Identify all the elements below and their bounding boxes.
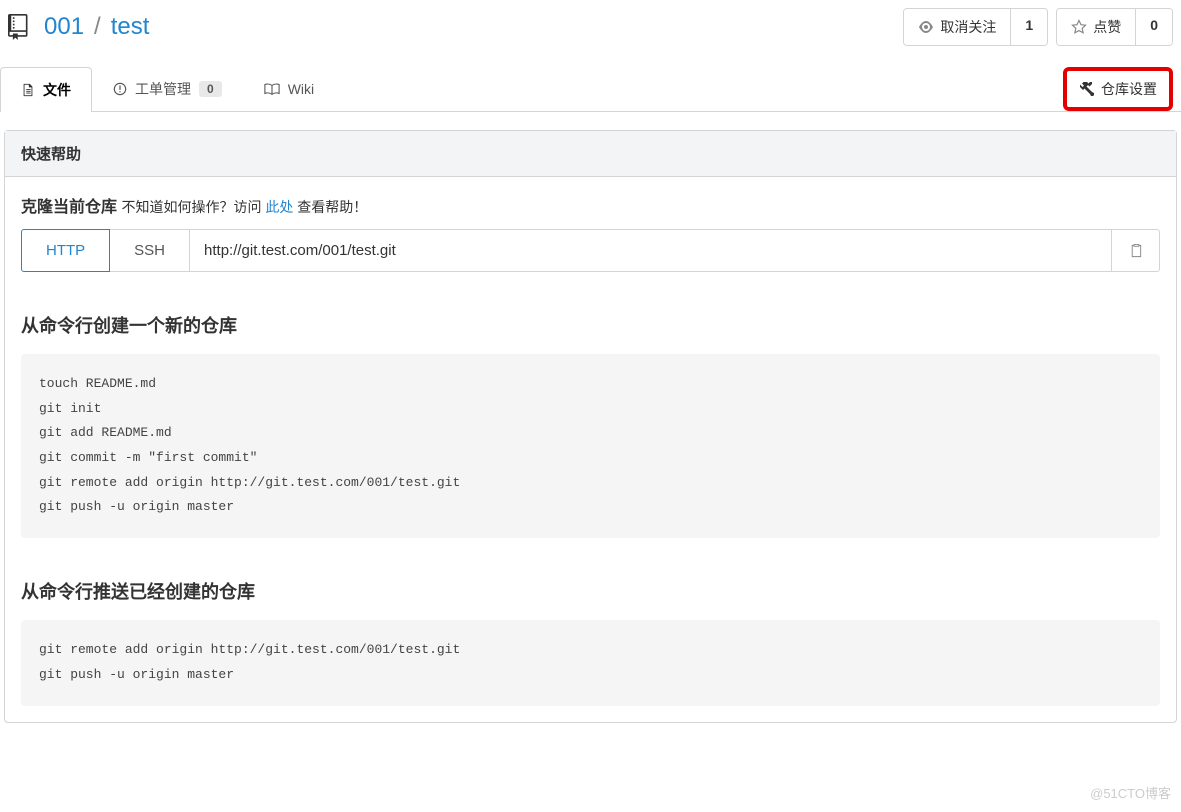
section-push-title: 从命令行推送已经创建的仓库 bbox=[21, 578, 1160, 604]
quick-help-title: 快速帮助 bbox=[5, 131, 1176, 177]
clone-text-2: 查看帮助！ bbox=[293, 199, 367, 215]
code-create[interactable]: touch README.md git init git add README.… bbox=[21, 354, 1160, 538]
clipboard-icon bbox=[1128, 243, 1143, 258]
breadcrumb-repo[interactable]: test bbox=[111, 13, 150, 41]
star-group: 点赞 0 bbox=[1056, 8, 1173, 46]
repo-tabs: 文件 工单管理 0 Wiki bbox=[0, 66, 335, 111]
watch-count[interactable]: 1 bbox=[1010, 9, 1047, 45]
star-count[interactable]: 0 bbox=[1135, 9, 1172, 45]
section-create-title: 从命令行创建一个新的仓库 bbox=[21, 312, 1160, 338]
clone-help-link[interactable]: 此处 bbox=[265, 199, 293, 215]
clone-url-input[interactable] bbox=[189, 229, 1112, 272]
clone-heading: 克隆当前仓库 不知道如何操作？访问 此处 查看帮助！ bbox=[21, 193, 1160, 217]
star-icon bbox=[1071, 19, 1087, 35]
tab-issues[interactable]: 工单管理 0 bbox=[92, 66, 243, 111]
unwatch-label: 取消关注 bbox=[940, 17, 996, 37]
book-icon bbox=[264, 82, 280, 96]
breadcrumb-sep: / bbox=[94, 13, 101, 41]
copy-url-button[interactable] bbox=[1111, 229, 1160, 272]
proto-ssh-button[interactable]: SSH bbox=[109, 229, 190, 272]
watch-group: 取消关注 1 bbox=[903, 8, 1048, 46]
repo-icon bbox=[8, 13, 34, 41]
alert-icon bbox=[113, 82, 127, 96]
tab-settings-label: 仓库设置 bbox=[1101, 79, 1157, 99]
eye-icon bbox=[918, 19, 934, 35]
star-button[interactable]: 点赞 bbox=[1057, 9, 1135, 45]
star-label: 点赞 bbox=[1093, 17, 1121, 37]
tab-settings[interactable]: 仓库设置 bbox=[1063, 67, 1173, 111]
breadcrumb-owner[interactable]: 001 bbox=[44, 13, 84, 41]
file-icon bbox=[21, 83, 35, 97]
breadcrumb: 001 / test bbox=[8, 13, 149, 41]
tab-files[interactable]: 文件 bbox=[0, 67, 92, 112]
quick-help-panel: 快速帮助 克隆当前仓库 不知道如何操作？访问 此处 查看帮助！ HTTP SSH… bbox=[4, 130, 1177, 723]
clone-text-1: 不知道如何操作？访问 bbox=[121, 199, 265, 215]
issues-count-badge: 0 bbox=[199, 81, 222, 97]
tab-issues-label: 工单管理 bbox=[135, 79, 191, 99]
unwatch-button[interactable]: 取消关注 bbox=[904, 9, 1010, 45]
tools-icon bbox=[1079, 81, 1095, 97]
tab-wiki-label: Wiki bbox=[288, 81, 314, 97]
clone-heading-strong: 克隆当前仓库 bbox=[21, 199, 117, 216]
proto-http-button[interactable]: HTTP bbox=[21, 229, 110, 272]
tab-files-label: 文件 bbox=[43, 80, 71, 100]
watermark: @51CTO博客 bbox=[1090, 783, 1171, 802]
code-push[interactable]: git remote add origin http://git.test.co… bbox=[21, 620, 1160, 705]
tab-wiki[interactable]: Wiki bbox=[243, 66, 335, 111]
